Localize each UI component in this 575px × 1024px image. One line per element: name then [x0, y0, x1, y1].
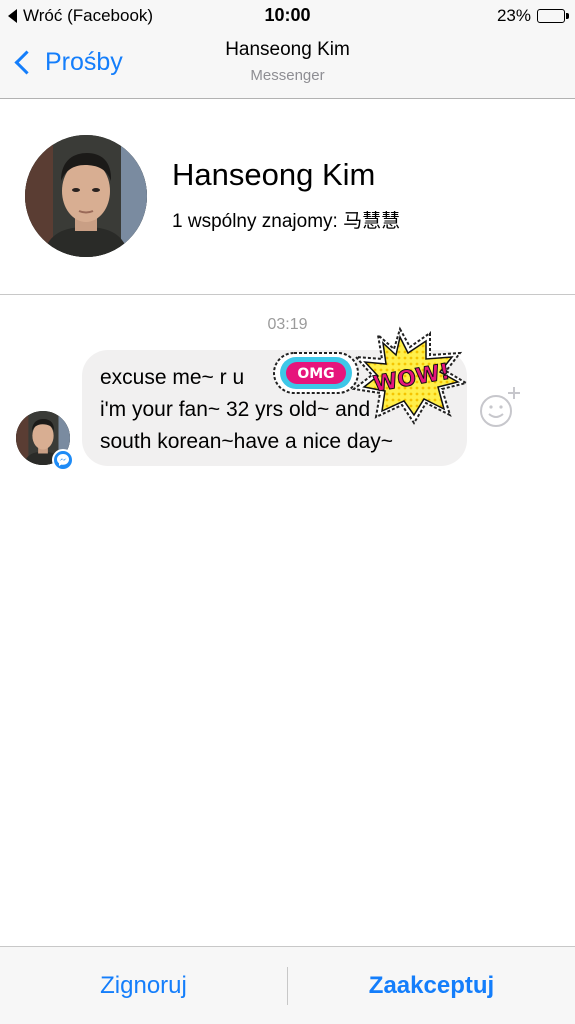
- message-timestamp: 03:19: [267, 316, 308, 333]
- messenger-badge-icon: [52, 449, 74, 471]
- navigation-bar: Prośby Hanseong Kim Messenger: [0, 32, 575, 99]
- message-line-3: south korean~have a nice day~: [100, 430, 394, 453]
- message-bubble[interactable]: excuse me~ r u i'm your fan~ 32 yrs old~…: [82, 350, 467, 466]
- profile-header: Hanseong Kim 1 wspólny znajomy: 马慧慧: [0, 99, 575, 295]
- mutual-friends[interactable]: 1 wspólny znajomy: 马慧慧: [172, 206, 400, 233]
- battery-percent: 23%: [496, 6, 531, 25]
- message-line-2: i'm your fan~ 32 yrs old~ and: [100, 398, 371, 421]
- conversation-subtitle: Messenger: [250, 67, 325, 84]
- conversation-title: Hanseong Kim: [225, 39, 350, 60]
- request-action-bar: Zignoruj Zaakceptuj: [0, 946, 575, 1024]
- profile-avatar[interactable]: [25, 135, 147, 257]
- message-line-1: excuse me~ r u: [100, 366, 245, 389]
- smiley-plus-icon: [480, 387, 520, 427]
- battery-icon: [537, 9, 569, 23]
- add-reaction-button[interactable]: [478, 385, 524, 431]
- ignore-button[interactable]: Zignoruj: [0, 947, 287, 1024]
- battery-status: 23%: [496, 6, 569, 26]
- profile-photo: [25, 135, 147, 257]
- status-time: 10:00: [264, 5, 311, 25]
- profile-name: Hanseong Kim: [172, 157, 376, 192]
- accept-button[interactable]: Zaakceptuj: [288, 947, 575, 1024]
- status-bar: Wróć (Facebook) 10:00 23%: [0, 0, 575, 32]
